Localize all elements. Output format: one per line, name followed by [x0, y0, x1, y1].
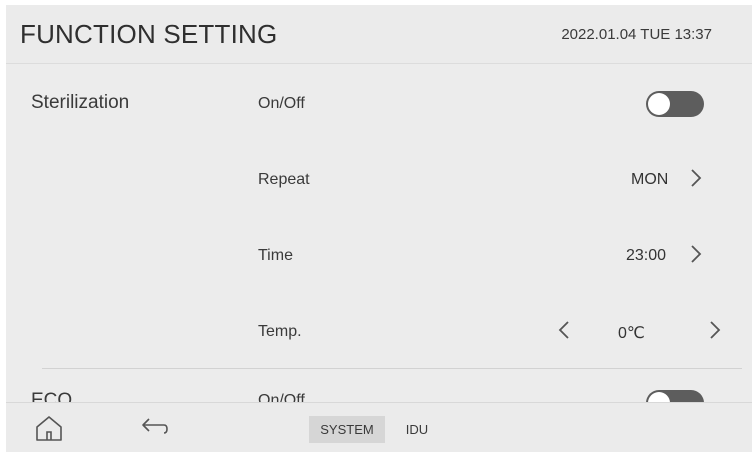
tab-idu[interactable]: IDU [385, 416, 449, 443]
sterilization-time-label: Time [258, 247, 293, 264]
sterilization-onoff-row: On/Off [218, 64, 752, 140]
toggle-knob [648, 93, 670, 115]
page-title: FUNCTION SETTING [20, 19, 278, 49]
eco-onoff-toggle[interactable] [646, 390, 704, 402]
chevron-left-icon[interactable] [558, 319, 570, 345]
tab-system[interactable]: SYSTEM [309, 416, 385, 443]
sterilization-temp-row: Temp. 0℃ [218, 292, 752, 368]
settings-list[interactable]: Sterilization On/Off Repeat MON Time 23:… [6, 64, 752, 402]
sterilization-repeat-label: Repeat [258, 171, 310, 188]
section-label-sterilization: Sterilization [31, 92, 130, 113]
sterilization-onoff-label: On/Off [258, 95, 305, 112]
chevron-right-icon[interactable] [690, 167, 702, 193]
header-bar: FUNCTION SETTING 2022.01.04 TUE 13:37 [6, 5, 752, 64]
sterilization-time-value: 23:00 [626, 247, 667, 264]
sterilization-time-row[interactable]: Time 23:00 [218, 216, 752, 292]
date-time-display: 2022.01.04 TUE 13:37 [561, 26, 712, 43]
section-label-eco: ECO [31, 390, 73, 402]
sterilization-onoff-toggle[interactable] [646, 91, 704, 117]
chevron-right-icon[interactable] [690, 243, 702, 269]
sterilization-temp-label: Temp. [258, 323, 302, 340]
sterilization-repeat-row[interactable]: Repeat MON [218, 140, 752, 216]
sterilization-temp-value: 0℃ [618, 325, 645, 342]
eco-onoff-label: On/Off [258, 392, 305, 402]
function-setting-screen: FUNCTION SETTING 2022.01.04 TUE 13:37 St… [6, 5, 752, 452]
home-icon[interactable] [33, 413, 65, 443]
sterilization-repeat-value: MON [631, 171, 669, 188]
chevron-right-icon[interactable] [709, 319, 721, 345]
back-arrow-icon[interactable] [136, 413, 168, 443]
eco-onoff-row: On/Off [218, 364, 752, 402]
footer-bar: SYSTEM IDU [6, 402, 752, 452]
toggle-knob [648, 392, 670, 402]
